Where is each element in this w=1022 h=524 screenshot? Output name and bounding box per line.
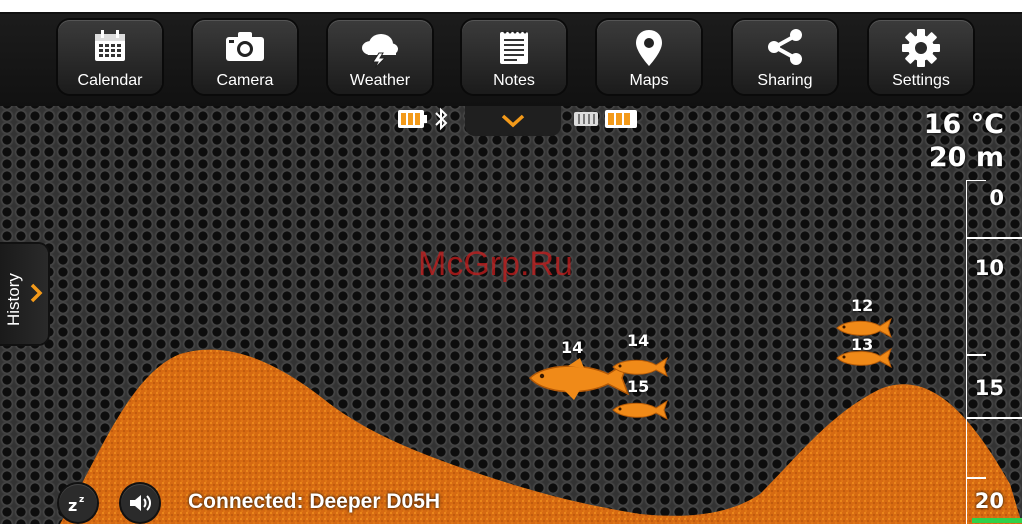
sleep-button[interactable]: z z (59, 484, 97, 522)
notes-icon (500, 30, 528, 64)
svg-text:z: z (68, 496, 77, 514)
connection-status: Connected: Deeper D05H (188, 490, 441, 513)
depth-readout: 20 m (928, 142, 1004, 173)
notes-button[interactable]: Notes (462, 20, 566, 94)
fish-small (612, 356, 668, 378)
temperature-readout: 16 °C (923, 109, 1004, 140)
share-icon (768, 29, 802, 65)
fish-depth-label: 13 (851, 335, 874, 354)
camera-button[interactable]: Camera (193, 20, 297, 94)
watermark: McGrp.Ru (418, 245, 573, 283)
weather-icon (362, 34, 398, 68)
depth-scale-ticks (966, 180, 1022, 524)
calendar-button[interactable]: Calendar (58, 20, 162, 94)
maps-button[interactable]: Maps (597, 20, 701, 94)
sharing-label: Sharing (757, 72, 813, 89)
calendar-icon (95, 30, 125, 61)
history-label: History (4, 273, 23, 326)
settings-button[interactable]: Settings (869, 20, 973, 94)
depth-label-20: 20 (974, 489, 1004, 513)
device-battery-icon (574, 110, 637, 128)
bluetooth-icon (435, 107, 448, 131)
depth-label-15: 15 (974, 376, 1004, 400)
sleep-icon: z z (68, 495, 84, 514)
chevron-down-icon (501, 114, 525, 128)
depth-label-0: 0 (989, 186, 1004, 210)
history-tab[interactable]: History (0, 244, 48, 344)
depth-label-10: 10 (974, 256, 1004, 280)
camera-icon (226, 32, 264, 61)
weather-label: Weather (349, 72, 411, 89)
sound-button[interactable] (121, 484, 159, 522)
pull-down-tab[interactable] (465, 106, 561, 136)
fish-depth-label: 15 (627, 377, 650, 396)
camera-label: Camera (216, 72, 274, 89)
maps-label: Maps (629, 72, 669, 89)
fish-depth-label: 14 (561, 338, 584, 357)
weather-button[interactable]: Weather (328, 20, 432, 94)
svg-text:z: z (79, 495, 84, 505)
top-menu-bar: Calendar Camera Weather Notes Maps Shari… (0, 14, 1022, 106)
depth-scale: 0 10 15 20 (966, 180, 1022, 524)
calendar-label: Calendar (77, 72, 143, 89)
fish-depth-label: 12 (851, 296, 874, 315)
fish-small (612, 399, 668, 421)
gear-icon (902, 29, 940, 67)
phone-battery-icon (398, 110, 427, 128)
map-pin-icon (636, 30, 662, 66)
sonar-screen: Calendar Camera Weather Notes Maps Shari… (0, 14, 1022, 524)
chevron-right-icon (30, 283, 43, 303)
notes-label: Notes (493, 72, 535, 89)
settings-label: Settings (892, 72, 950, 89)
speaker-icon (130, 495, 151, 511)
sharing-button[interactable]: Sharing (733, 20, 837, 94)
fish-depth-label: 14 (627, 331, 650, 350)
